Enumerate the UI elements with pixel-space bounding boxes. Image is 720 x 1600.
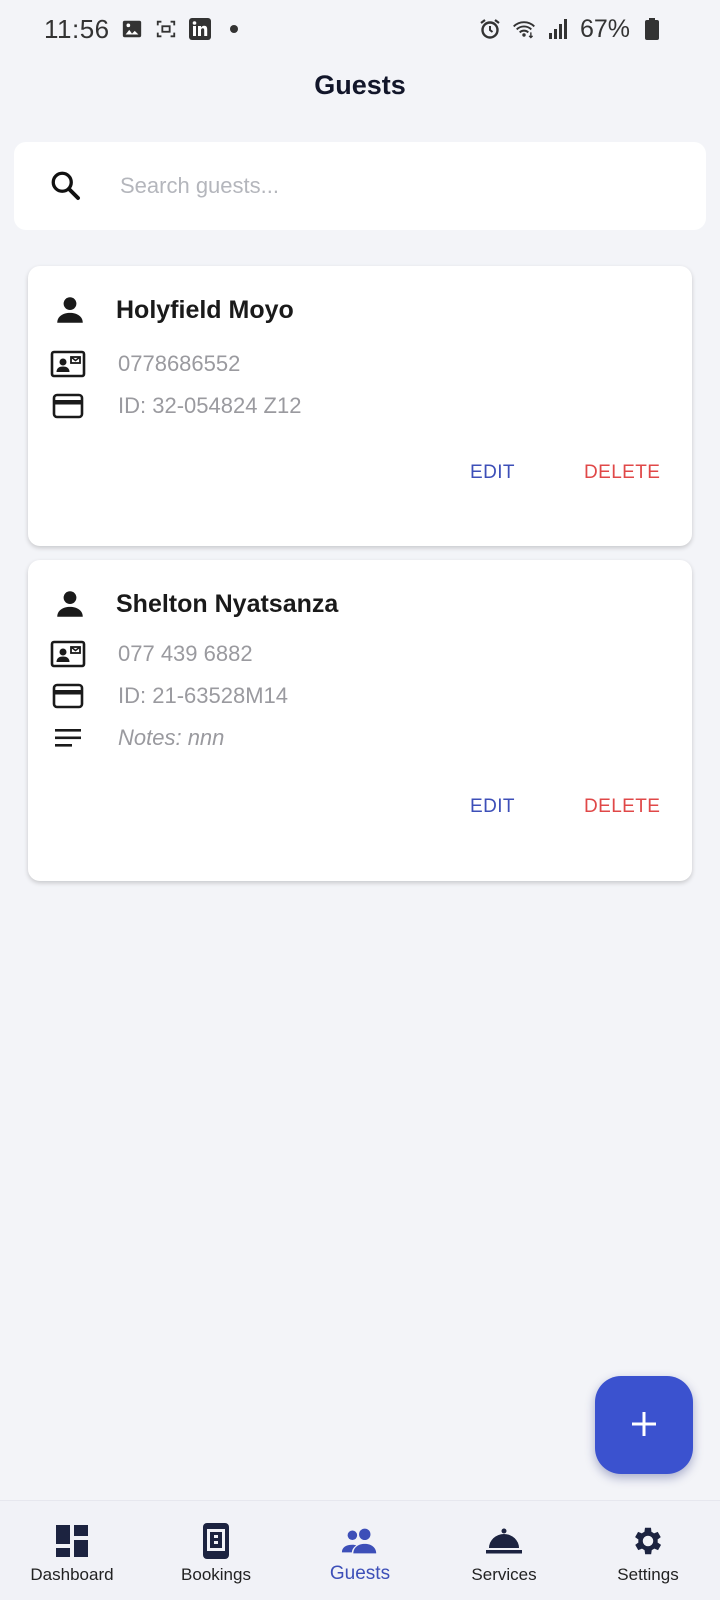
edit-button[interactable]: EDIT [470,462,515,484]
dot-icon [222,17,246,41]
nav-item-guests[interactable]: Guests [288,1501,432,1600]
delete-button[interactable]: DELETE [584,796,660,818]
nav-label: Services [471,1565,537,1584]
phone-row: 077 439 6882 [50,636,253,672]
notes-row: Notes: nnn [50,720,224,756]
guest-id: ID: 21-63528M14 [118,683,288,708]
notes-icon [50,720,86,756]
nav-label: Guests [329,1563,391,1584]
guest-name-row: Holyfield Moyo [52,292,294,328]
guest-name: Shelton Nyatsanza [116,589,339,618]
guest-id: ID: 32-054824 Z12 [118,393,302,418]
contact-card-icon [50,346,86,382]
nav-item-services[interactable]: Services [432,1501,576,1600]
guest-notes: Notes: nnn [118,725,225,750]
battery-percent: 67% [579,14,630,43]
battery-icon [640,17,664,41]
status-bar: 11:56 67% [0,0,720,58]
alarm-icon [478,17,502,41]
edit-button[interactable]: EDIT [470,796,515,818]
linkedin-icon [188,17,212,41]
status-time: 11:56 [44,13,110,44]
guest-phone: 077 439 6882 [118,641,253,666]
search-icon [38,158,94,214]
guest-card[interactable]: Shelton Nyatsanza 077 439 6882 ID: 21-63… [28,560,692,881]
id-row: ID: 21-63528M14 [50,678,288,714]
signal-icon [546,17,570,41]
nav-item-bookings[interactable]: Bookings [144,1501,288,1600]
bookings-icon [196,1521,236,1561]
credit-card-icon [50,388,86,424]
bottom-nav: Dashboard Bookings Guests Services Setti… [0,1500,720,1600]
dashboard-icon [52,1521,92,1561]
person-icon [52,292,88,328]
add-guest-button[interactable] [595,1376,693,1474]
person-icon [52,586,88,622]
contact-card-icon [50,636,86,672]
guest-card[interactable]: Holyfield Moyo 0778686552 ID: 32-054824 … [28,266,692,546]
wifi-icon [512,17,536,41]
gear-icon [628,1521,668,1561]
guest-name: Holyfield Moyo [116,295,294,324]
page-title: Guests [314,70,406,100]
room-service-icon [484,1521,524,1561]
phone-row: 0778686552 [50,346,240,382]
nav-label: Dashboard [30,1565,114,1584]
status-right: 67% [478,15,664,44]
guests-icon [340,1521,380,1561]
nav-item-dashboard[interactable]: Dashboard [0,1501,144,1600]
screen-capture-icon [154,17,178,41]
plus-icon [630,1410,658,1441]
nav-label: Settings [617,1565,679,1584]
guest-phone: 0778686552 [118,351,241,376]
status-left: 11:56 [44,14,246,45]
guest-name-row: Shelton Nyatsanza [52,586,338,622]
delete-button[interactable]: DELETE [584,462,660,484]
nav-item-settings[interactable]: Settings [576,1501,720,1600]
id-row: ID: 32-054824 Z12 [50,388,301,424]
search-bar[interactable] [14,142,706,230]
search-input[interactable] [120,173,680,199]
image-icon [120,17,144,41]
credit-card-icon [50,678,86,714]
nav-label: Bookings [181,1565,251,1584]
